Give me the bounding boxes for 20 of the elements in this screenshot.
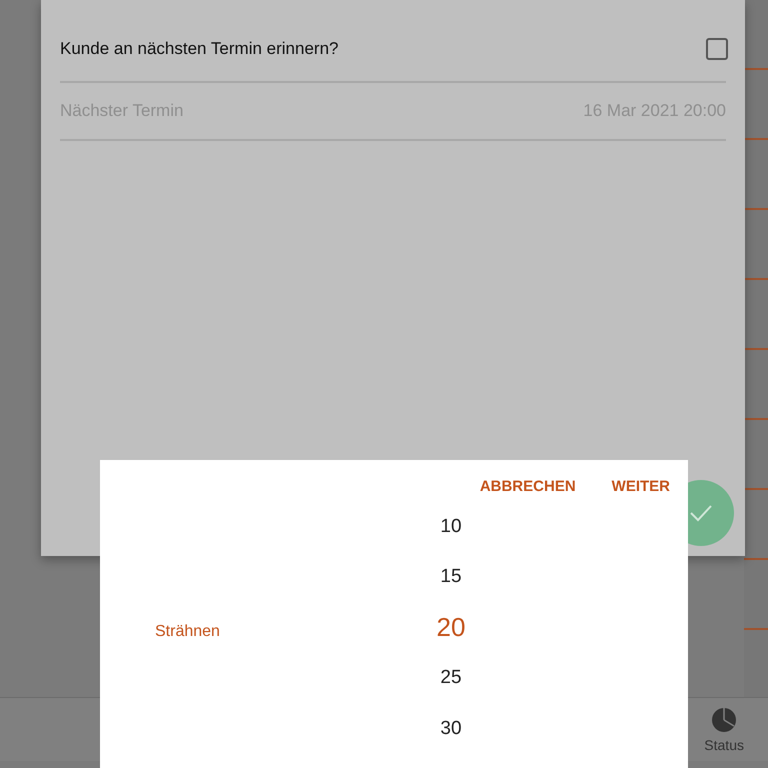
picker-option[interactable]: 20 xyxy=(436,602,466,653)
reminder-label: Kunde an nächsten Termin erinnern? xyxy=(60,38,338,58)
next-button[interactable]: WEITER xyxy=(612,478,670,495)
pie-chart-icon xyxy=(711,706,738,732)
list-row xyxy=(744,210,768,280)
list-row xyxy=(744,280,768,350)
list-row xyxy=(744,70,768,140)
status-tab[interactable]: Status xyxy=(704,706,744,752)
cancel-button[interactable]: ABBRECHEN xyxy=(480,478,576,495)
picker-label: Strähnen xyxy=(154,622,221,640)
list-row xyxy=(744,140,768,210)
list-row xyxy=(744,350,768,420)
reminder-checkbox[interactable] xyxy=(706,38,728,60)
list-row xyxy=(744,420,768,490)
list-row xyxy=(744,0,768,70)
check-icon xyxy=(689,504,713,522)
picker-option[interactable]: 15 xyxy=(440,552,462,602)
picker-option[interactable]: 10 xyxy=(440,501,462,552)
picker-option[interactable]: 30 xyxy=(440,703,462,754)
picker-option[interactable]: 25 xyxy=(440,652,462,704)
